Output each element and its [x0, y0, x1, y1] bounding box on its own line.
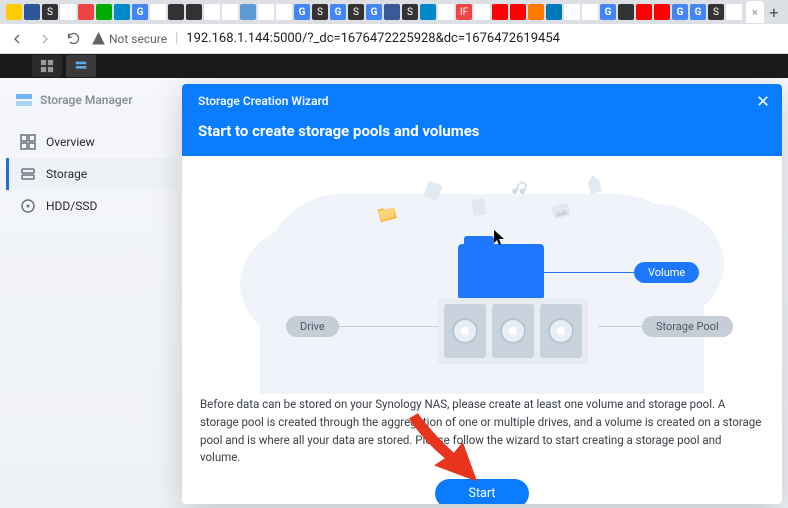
- wizard-header: Storage Creation Wizard Start to create …: [182, 84, 782, 156]
- wizard-illustration: Volume Drive Storage Pool: [200, 174, 764, 384]
- bookmark-icon[interactable]: [474, 4, 490, 20]
- drives-group: [438, 298, 588, 364]
- bookmark-icon[interactable]: [582, 4, 598, 20]
- cursor-icon: [494, 230, 506, 250]
- bookmark-icon[interactable]: G: [672, 4, 688, 20]
- bookmark-icon[interactable]: [618, 4, 634, 20]
- browser-toolbar: Not secure | 192.168.1.144:5000/?_dc=167…: [0, 24, 788, 54]
- wizard-footer: Start: [200, 467, 764, 504]
- back-button[interactable]: [8, 30, 26, 48]
- volume-folder-icon: [458, 244, 544, 300]
- bookmark-icon[interactable]: G: [330, 4, 346, 20]
- file-icon: [466, 194, 491, 219]
- close-button[interactable]: [754, 92, 772, 110]
- bookmark-icon[interactable]: [276, 4, 292, 20]
- connector-line: [598, 326, 642, 327]
- bookmark-icon[interactable]: G: [690, 4, 706, 20]
- bookmark-icon[interactable]: [240, 4, 256, 20]
- sidebar-item-overview[interactable]: Overview: [6, 126, 178, 158]
- wizard-subtitle: Start to create storage pools and volume…: [198, 122, 766, 140]
- drive-icon: [540, 304, 582, 358]
- bookmark-icon[interactable]: G: [600, 4, 616, 20]
- bookmark-icon[interactable]: [726, 4, 742, 20]
- storage-manager-icon: [14, 90, 34, 110]
- bookmark-icon[interactable]: G: [132, 4, 148, 20]
- bookmark-icon[interactable]: [78, 4, 94, 20]
- taskbar-app-icon[interactable]: [32, 55, 62, 77]
- bookmark-icon[interactable]: S: [312, 4, 328, 20]
- wizard-title: Storage Creation Wizard: [198, 94, 766, 108]
- bookmark-icon[interactable]: [114, 4, 130, 20]
- drive-icon: [492, 304, 534, 358]
- wizard-body: Volume Drive Storage Pool Before data ca…: [182, 156, 782, 504]
- bookmark-icon[interactable]: [510, 4, 526, 20]
- browser-tab-strip: S G G S G S G S IF G G G S × +: [0, 0, 788, 24]
- reload-button[interactable]: [64, 30, 82, 48]
- address-bar[interactable]: Not secure | 192.168.1.144:5000/?_dc=167…: [92, 31, 780, 46]
- bookmark-icon[interactable]: [636, 4, 652, 20]
- bookmark-icon[interactable]: [60, 4, 76, 20]
- bookmark-icon[interactable]: S: [348, 4, 364, 20]
- bookmark-icon[interactable]: S: [708, 4, 724, 20]
- bookmark-icon[interactable]: [96, 4, 112, 20]
- active-tab[interactable]: ×: [746, 1, 764, 23]
- start-button[interactable]: Start: [435, 479, 530, 504]
- storage-creation-wizard: Storage Creation Wizard Start to create …: [182, 84, 782, 504]
- dsm-taskbar: [0, 54, 788, 78]
- taskbar-app-icon[interactable]: [66, 55, 96, 77]
- bookmark-icon[interactable]: [222, 4, 238, 20]
- bookmark-icon[interactable]: [564, 4, 580, 20]
- sidebar-item-hdd-ssd[interactable]: HDD/SSD: [6, 190, 178, 222]
- bookmark-icon[interactable]: [528, 4, 544, 20]
- bookmark-icon[interactable]: [6, 4, 22, 20]
- bookmark-icon[interactable]: [186, 4, 202, 20]
- new-tab-button[interactable]: +: [766, 1, 782, 23]
- bookmark-icon[interactable]: [150, 4, 166, 20]
- bookmark-icon[interactable]: [258, 4, 274, 20]
- wizard-description: Before data can be stored on your Synolo…: [200, 396, 764, 467]
- drive-label: Drive: [286, 316, 339, 337]
- bookmark-icon[interactable]: S: [42, 4, 58, 20]
- forward-button[interactable]: [36, 30, 54, 48]
- bookmark-icon[interactable]: [492, 4, 508, 20]
- window-title: Storage Manager: [6, 84, 178, 116]
- bookmark-icon[interactable]: [420, 4, 436, 20]
- bookmark-icon[interactable]: [204, 4, 220, 20]
- bookmark-icon[interactable]: [546, 4, 562, 20]
- bookmark-icon[interactable]: [168, 4, 184, 20]
- url-text: 192.168.1.144:5000/?_dc=1676472225928&dc…: [186, 31, 560, 46]
- sidebar-nav: Overview Storage HDD/SSD: [6, 126, 178, 222]
- drive-icon: [444, 304, 486, 358]
- bookmark-icon[interactable]: S: [402, 4, 418, 20]
- bookmark-icon[interactable]: [654, 4, 670, 20]
- storage-manager-window: Storage Manager Overview Storage HDD/SSD: [6, 84, 178, 222]
- bookmark-icon[interactable]: [24, 4, 40, 20]
- connector-line: [544, 272, 634, 273]
- not-secure-label: Not secure: [109, 32, 167, 46]
- storage-pool-label: Storage Pool: [642, 316, 733, 337]
- bookmark-icon[interactable]: [384, 4, 400, 20]
- connector-line: [334, 326, 438, 327]
- security-indicator[interactable]: Not secure: [92, 32, 167, 46]
- bookmark-icon[interactable]: G: [294, 4, 310, 20]
- volume-label: Volume: [634, 262, 699, 283]
- bookmark-icon[interactable]: [438, 4, 454, 20]
- sidebar-item-storage[interactable]: Storage: [6, 158, 178, 190]
- bookmark-icon[interactable]: IF: [456, 4, 472, 20]
- bookmark-icon[interactable]: G: [366, 4, 382, 20]
